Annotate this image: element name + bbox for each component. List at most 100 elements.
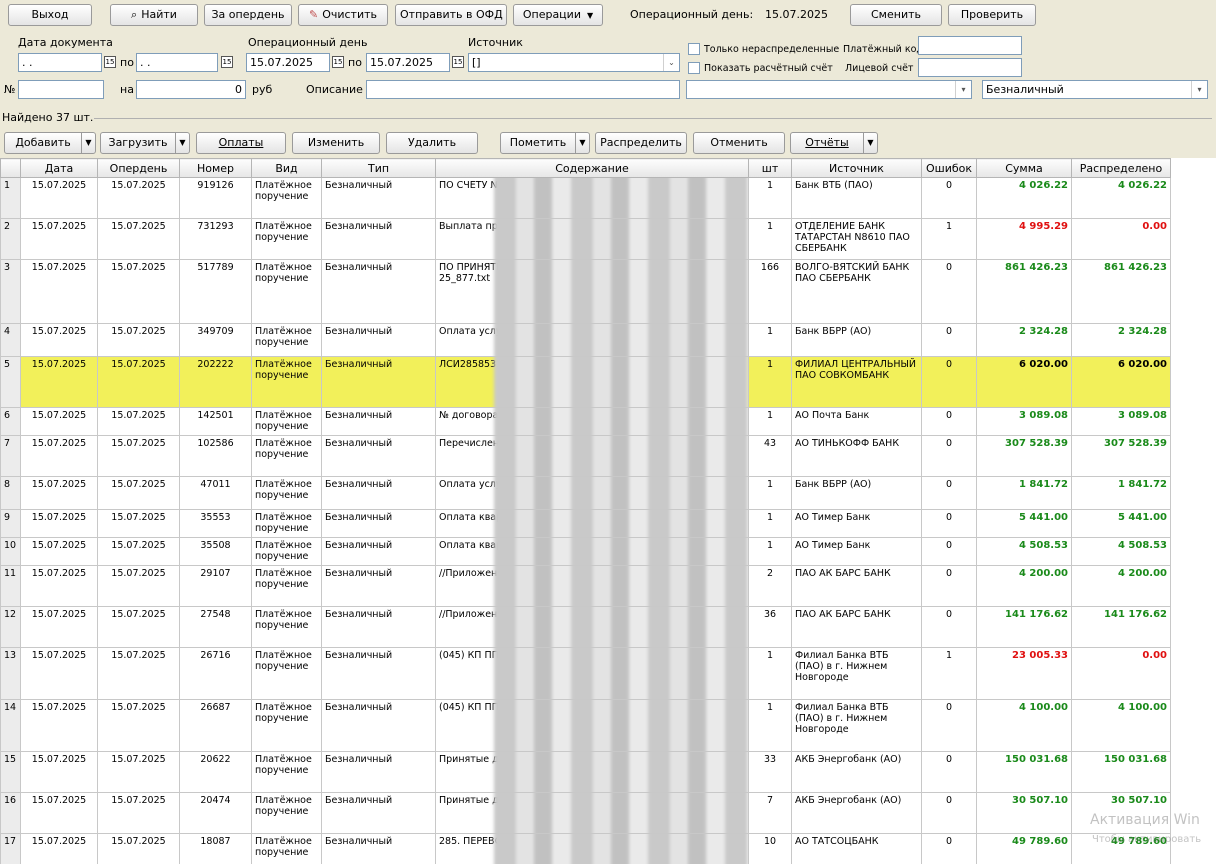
date-cell[interactable]: 15.07.2025 (20, 647, 98, 700)
row-number-cell[interactable]: 9 (0, 509, 21, 538)
row-number-cell[interactable]: 11 (0, 565, 21, 607)
row-number-cell[interactable]: 8 (0, 476, 21, 510)
date-cell[interactable]: 15.07.2025 (20, 259, 98, 324)
type-cell[interactable]: Безналичный (321, 356, 436, 408)
content-cell[interactable]: (045) КП ППС 04/3591-20 14.07.2025- ПОЧТ… (435, 647, 749, 700)
payment-type-select[interactable]: Безналичный ▾ (982, 80, 1208, 99)
count-cell[interactable]: 1 (748, 177, 792, 219)
allocated-cell[interactable]: 2 324.28 (1071, 323, 1171, 357)
check-button[interactable]: Проверить (948, 4, 1036, 26)
allocated-cell[interactable]: 1 841.72 (1071, 476, 1171, 510)
errors-cell[interactable]: 0 (921, 476, 977, 510)
opday-cell[interactable]: 15.07.2025 (97, 606, 180, 648)
chevron-down-icon[interactable]: ▼ (863, 133, 877, 153)
type-cell[interactable]: Безналичный (321, 792, 436, 834)
table-row[interactable]: 7 15.07.2025 15.07.2025 102586 Платёжное пор… (0, 435, 1171, 477)
row-number-cell[interactable]: 5 (0, 356, 21, 408)
row-number-cell[interactable]: 16 (0, 792, 21, 834)
chevron-down-icon[interactable]: ▾ (1191, 81, 1207, 98)
row-number-cell[interactable]: 7 (0, 435, 21, 477)
allocated-cell[interactable]: 861 426.23 (1071, 259, 1171, 324)
date-cell[interactable]: 15.07.2025 (20, 356, 98, 408)
opday-cell[interactable]: 15.07.2025 (97, 565, 180, 607)
type-cell[interactable]: Безналичный (321, 435, 436, 477)
allocated-cell[interactable]: 4 100.00 (1071, 699, 1171, 752)
add-button[interactable]: Добавить ▼ (4, 132, 96, 154)
number-cell[interactable]: 142501 (179, 407, 252, 436)
content-cell[interactable]: № договора 23285851940 (435, 407, 749, 436)
content-cell[interactable]: ЛСИ2858531 САЙДАШОВ Д.25В,КВ.55 СИСТЕМА"… (435, 356, 749, 408)
errors-cell[interactable]: 0 (921, 833, 977, 864)
number-cell[interactable]: 26687 (179, 699, 252, 752)
opday-to-field[interactable]: 15.07.2025 (366, 53, 450, 72)
content-cell[interactable]: (045) КП ППС 04/3591-20 14.07.2025- 0%:0… (435, 699, 749, 752)
kind-cell[interactable]: Платёжное поручение (251, 323, 322, 357)
number-cell[interactable]: 18087 (179, 833, 252, 864)
content-cell[interactable]: ПО ПРИНЯТЬ ОБЩУЮ СУМ 166,СОГЛАС EPS32487… (435, 259, 749, 324)
type-cell[interactable]: Безналичный (321, 699, 436, 752)
count-cell[interactable]: 1 (748, 356, 792, 408)
sum-cell[interactable]: 150 031.68 (976, 751, 1072, 793)
count-cell[interactable]: 2 (748, 565, 792, 607)
source-cell[interactable]: ВОЛГО-ВЯТСКИЙ БАНК ПАО СБЕРБАНК (791, 259, 922, 324)
content-cell[interactable]: Оплата квар (435, 509, 749, 538)
source-cell[interactable]: Банк ВБРР (АО) (791, 476, 922, 510)
count-cell[interactable]: 1 (748, 476, 792, 510)
count-cell[interactable]: 10 (748, 833, 792, 864)
row-number-cell[interactable]: 10 (0, 537, 21, 566)
source-cell[interactable]: АКБ Энергобанк (АО) (791, 751, 922, 793)
source-cell[interactable]: Банк ВТБ (ПАО) (791, 177, 922, 219)
sum-cell[interactable]: 4 100.00 (976, 699, 1072, 752)
sum-cell[interactable]: 2 324.28 (976, 323, 1072, 357)
errors-cell[interactable]: 0 (921, 435, 977, 477)
errors-cell[interactable]: 0 (921, 407, 977, 436)
row-number-cell[interactable]: 12 (0, 606, 21, 648)
number-cell[interactable]: 102586 (179, 435, 252, 477)
kind-cell[interactable]: Платёжное поручение (251, 565, 322, 607)
date-cell[interactable]: 15.07.2025 (20, 833, 98, 864)
count-cell[interactable]: 1 (748, 218, 792, 260)
content-cell[interactable]: //Приложени извещениям (кол-во - 2) (435, 565, 749, 607)
column-header-sum[interactable]: Сумма (976, 158, 1072, 178)
exit-button[interactable]: Выход (8, 4, 92, 26)
allocated-cell[interactable]: 0.00 (1071, 647, 1171, 700)
source-cell[interactable]: ФИЛИАЛ ЦЕНТРАЛЬНЫЙ ПАО СОВКОМБАНК (791, 356, 922, 408)
sum-cell[interactable]: 861 426.23 (976, 259, 1072, 324)
date-cell[interactable]: 15.07.2025 (20, 218, 98, 260)
allocated-cell[interactable]: 3 089.08 (1071, 407, 1171, 436)
show-account-checkbox[interactable] (688, 62, 700, 74)
source-cell[interactable]: ОТДЕЛЕНИЕ БАНК ТАТАРСТАН N8610 ПАО СБЕРБ… (791, 218, 922, 260)
type-cell[interactable]: Безналичный (321, 833, 436, 864)
column-header-source[interactable]: Источник (791, 158, 922, 178)
sum-cell[interactable]: 141 176.62 (976, 606, 1072, 648)
chevron-down-icon[interactable]: ▼ (81, 133, 95, 153)
row-number-cell[interactable]: 3 (0, 259, 21, 324)
count-cell[interactable]: 1 (748, 323, 792, 357)
kind-cell[interactable]: Платёжное поручение (251, 435, 322, 477)
column-header-rownum[interactable] (0, 158, 21, 178)
table-row[interactable]: 14 15.07.2025 15.07.2025 26687 Платёжное пор… (0, 699, 1171, 752)
source-cell[interactable]: Филиал Банка ВТБ (ПАО) в г. Нижнем Новго… (791, 699, 922, 752)
table-row[interactable]: 3 15.07.2025 15.07.2025 517789 Платёжное пор… (0, 259, 1171, 324)
doc-date-to-field[interactable]: . . (136, 53, 218, 72)
count-cell[interactable]: 1 (748, 537, 792, 566)
type-cell[interactable]: Безналичный (321, 218, 436, 260)
opday-cell[interactable]: 15.07.2025 (97, 476, 180, 510)
date-cell[interactable]: 15.07.2025 (20, 792, 98, 834)
kind-cell[interactable]: Платёжное поручение (251, 218, 322, 260)
chevron-down-icon[interactable]: ▾ (955, 81, 971, 98)
allocated-cell[interactable]: 4 508.53 (1071, 537, 1171, 566)
errors-cell[interactable]: 0 (921, 565, 977, 607)
count-cell[interactable]: 1 (748, 407, 792, 436)
type-cell[interactable]: Безналичный (321, 509, 436, 538)
errors-cell[interactable]: 0 (921, 537, 977, 566)
kind-cell[interactable]: Платёжное поручение (251, 356, 322, 408)
errors-cell[interactable]: 0 (921, 606, 977, 648)
kind-cell[interactable]: Платёжное поручение (251, 509, 322, 538)
type-cell[interactable]: Безналичный (321, 565, 436, 607)
number-cell[interactable]: 20474 (179, 792, 252, 834)
date-cell[interactable]: 15.07.2025 (20, 323, 98, 357)
table-row[interactable]: 15 15.07.2025 15.07.2025 20622 Платёжное пор… (0, 751, 1171, 793)
number-cell[interactable]: 731293 (179, 218, 252, 260)
mark-button[interactable]: Пометить ▼ (500, 132, 590, 154)
